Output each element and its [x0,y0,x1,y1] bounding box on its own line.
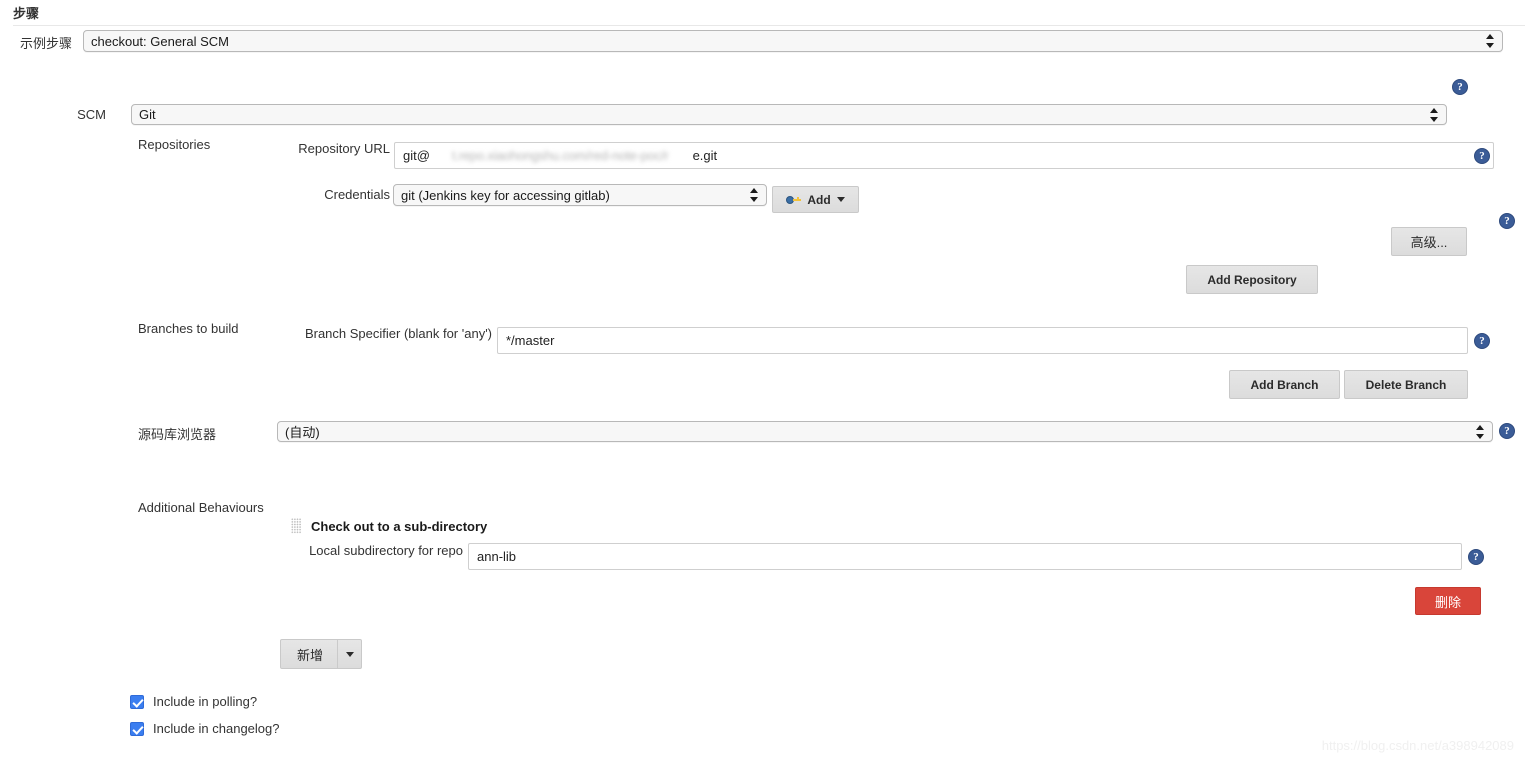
credentials-select[interactable]: git (Jenkins key for accessing gitlab) [393,184,767,206]
add-behaviour-label: 新增 [297,647,324,663]
source-browser-value: (自动) [285,425,320,440]
delete-behaviour-button[interactable]: 删除 [1415,587,1481,615]
add-behaviour-dropdown[interactable] [337,640,361,668]
add-behaviour-button[interactable]: 新增 [280,639,362,669]
help-icon-local-subdirectory[interactable]: ? [1468,549,1484,565]
delete-branch-button[interactable]: Delete Branch [1344,370,1468,399]
watermark: https://blog.csdn.net/a398942089 [1321,738,1514,753]
chevron-updown-icon [1430,107,1439,122]
title-divider [13,25,1525,26]
repository-url-prefix: git@ [403,148,430,163]
include-in-changelog-row[interactable]: Include in changelog? [130,721,280,736]
chevron-down-icon [345,651,354,657]
credentials-label: Credentials [324,187,390,202]
help-icon-scm[interactable]: ? [1452,79,1468,95]
credentials-value: git (Jenkins key for accessing gitlab) [401,187,610,203]
help-icon-repository-url[interactable]: ? [1474,148,1490,164]
repository-url-label: Repository URL [298,141,390,156]
local-subdirectory-value: ann-lib [477,549,517,564]
include-in-changelog-label: Include in changelog? [153,721,280,736]
help-icon-advanced[interactable]: ? [1499,213,1515,229]
include-in-polling-label: Include in polling? [153,694,258,709]
chevron-updown-icon [750,188,759,202]
repository-url-suffix: e.git [692,148,718,163]
scm-label: SCM [77,107,106,122]
repository-url-redacted: t.repo.xiaohongshu.com/red-note-poc/r [451,148,669,163]
scm-value: Git [139,107,156,122]
additional-behaviours-label: Additional Behaviours [138,500,264,515]
behaviour-item-title: Check out to a sub-directory [311,519,488,534]
drag-handle-icon[interactable] [291,518,301,534]
include-in-polling-row[interactable]: Include in polling? [130,694,257,709]
help-icon-source-browser[interactable]: ? [1499,423,1515,439]
branch-specifier-label: Branch Specifier (blank for 'any') [304,326,492,341]
jenkins-scm-config-page: 步骤 示例步骤 checkout: General SCM ? SCM Git … [0,0,1530,761]
chevron-down-icon [836,197,845,202]
sample-step-value: checkout: General SCM [91,33,230,49]
local-subdirectory-input[interactable]: ann-lib [468,543,1462,570]
repositories-label: Repositories [138,137,211,152]
branches-to-build-label: Branches to build [138,321,239,336]
source-browser-label: 源码库浏览器 [138,427,217,442]
sample-step-label: 示例步骤 [19,36,72,51]
local-subdirectory-label: Local subdirectory for repo [309,543,463,558]
add-credentials-label: Add [807,192,831,207]
add-branch-button[interactable]: Add Branch [1229,370,1340,399]
advanced-button[interactable]: 高级... [1391,227,1467,256]
chevron-updown-icon [1486,34,1495,48]
chevron-updown-icon [1476,424,1485,439]
include-in-polling-checkbox[interactable] [130,694,144,709]
page-title: 步骤 [13,6,40,21]
branch-specifier-input[interactable]: */master [497,327,1468,354]
add-credentials-button[interactable]: Add [772,186,859,213]
repository-url-input[interactable]: git@ t.repo.xiaohongshu.com/red-note-poc… [394,142,1494,169]
scm-select[interactable]: Git [131,104,1447,125]
branch-specifier-value: */master [506,333,555,348]
sample-step-select[interactable]: checkout: General SCM [83,30,1503,52]
add-repository-button[interactable]: Add Repository [1186,265,1318,294]
include-in-changelog-checkbox[interactable] [130,721,144,736]
key-icon [786,194,802,206]
source-browser-select[interactable]: (自动) [277,421,1493,442]
help-icon-branch-specifier[interactable]: ? [1474,333,1490,349]
